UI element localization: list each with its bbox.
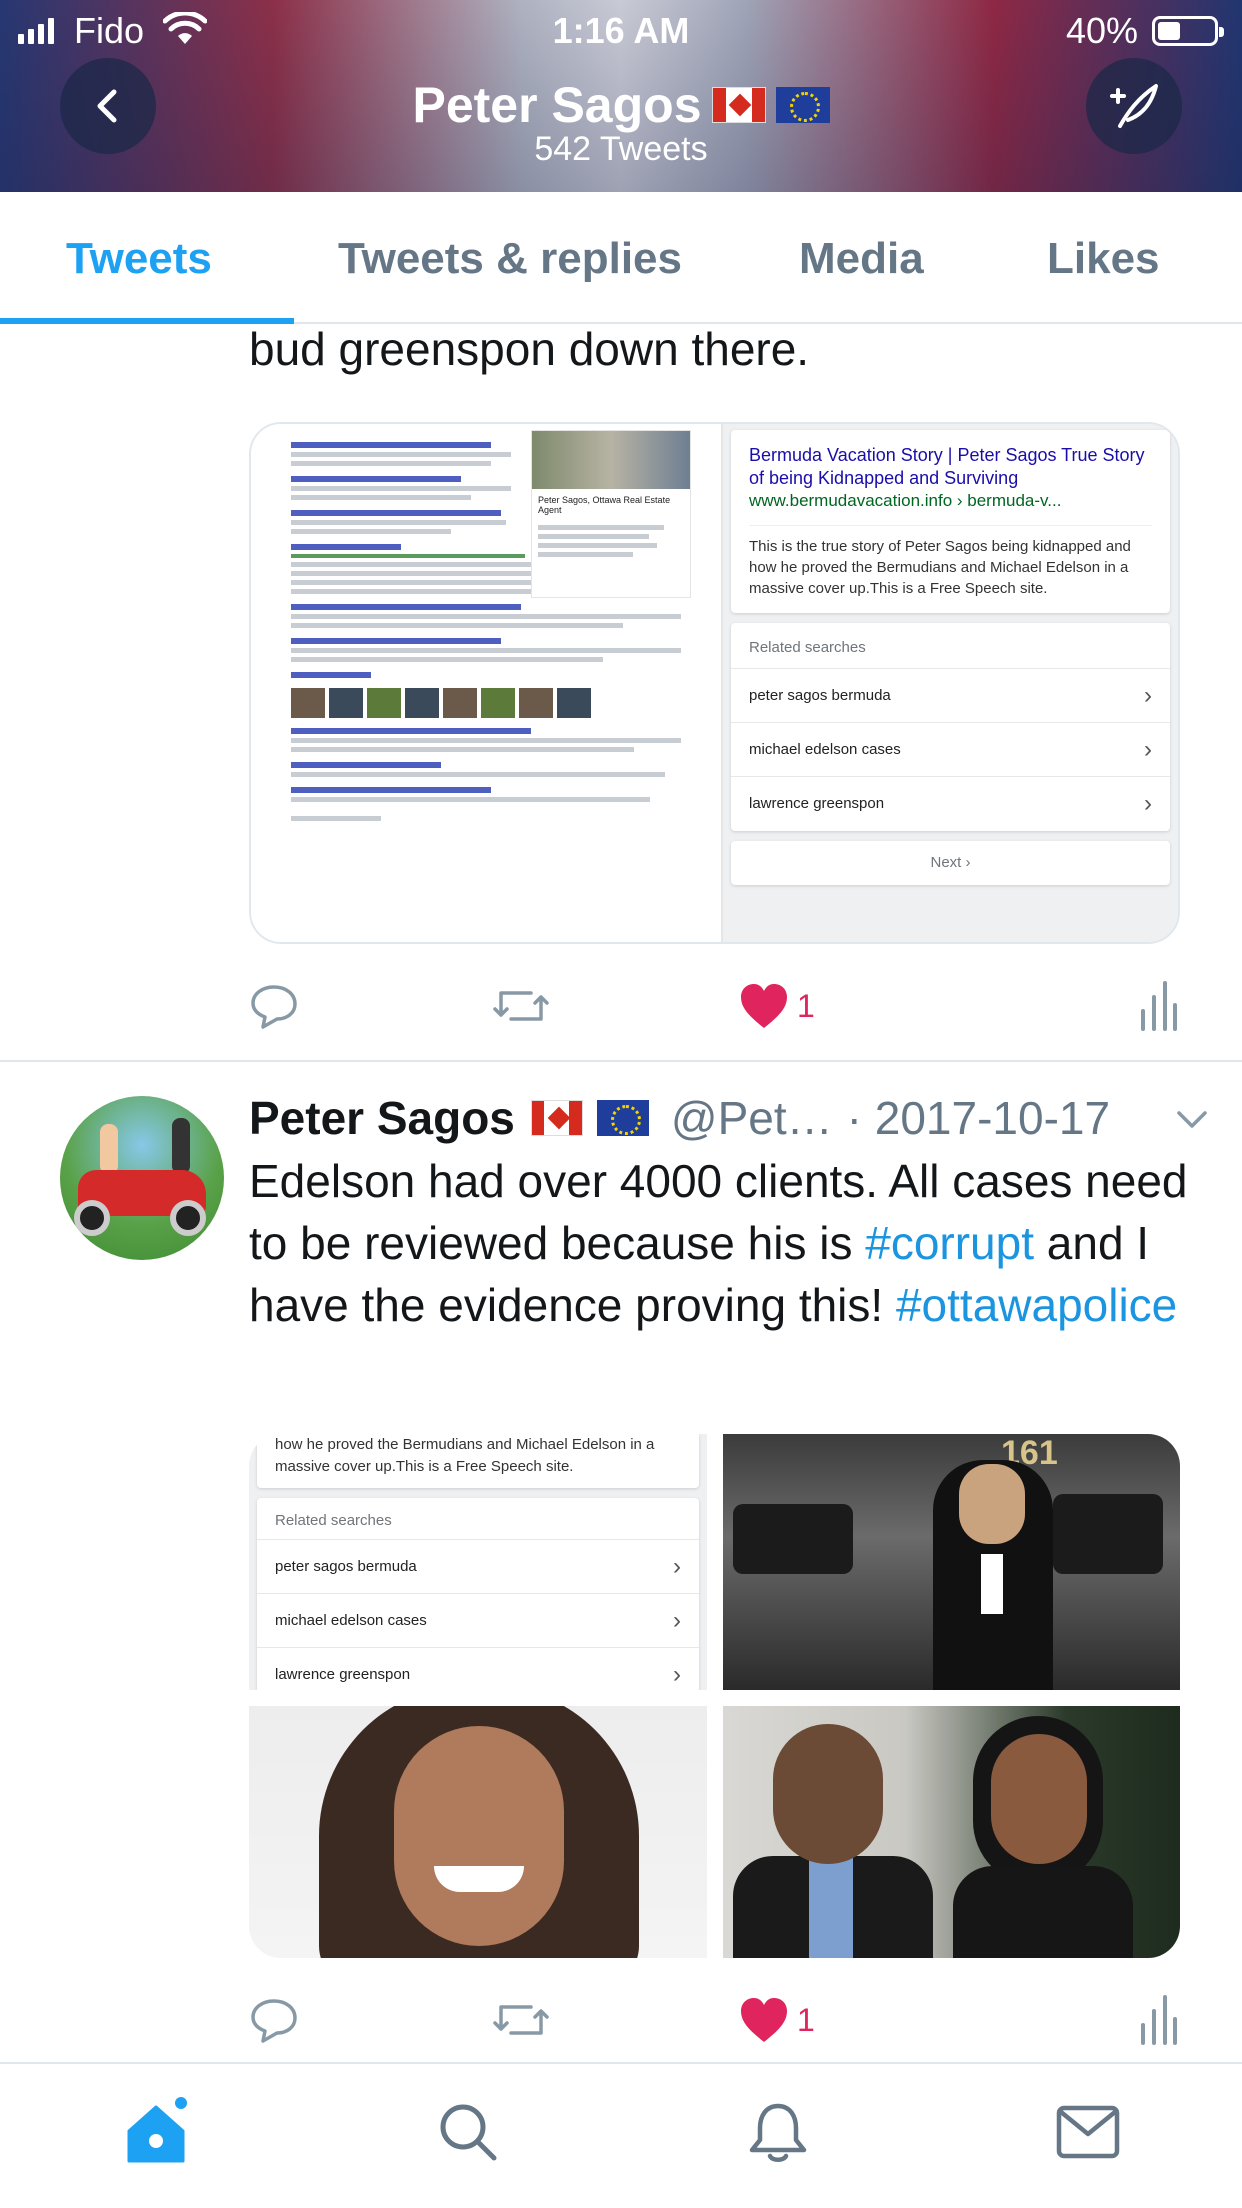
media-image-woman-portrait[interactable] [249, 1706, 707, 1958]
mobile-search-screenshot: Bermuda Vacation Story | Peter Sagos Tru… [723, 424, 1178, 942]
analytics-icon [1141, 981, 1177, 1031]
tweet-actions: 1 [249, 976, 1179, 1036]
related-searches: Related searches peter sagos bermuda mic… [257, 1498, 699, 1690]
related-search-item: michael edelson cases [257, 1594, 699, 1648]
profile-name-row: Peter Sagos [412, 76, 830, 134]
reply-icon [251, 985, 297, 1029]
like-button[interactable]: 1 [739, 1990, 815, 2050]
heart-icon [741, 1998, 787, 2042]
tweet-divider [0, 1060, 1242, 1062]
profile-header: Fido 1:16 AM 40% Peter Sagos 542 Tweets [0, 0, 1242, 192]
media-image-couple-portrait[interactable] [723, 1706, 1180, 1958]
like-count: 1 [797, 987, 815, 1024]
hashtag-link[interactable]: #ottawapolice [896, 1279, 1177, 1331]
nav-messages[interactable] [1048, 2092, 1128, 2172]
notifications-bell-icon [749, 2103, 807, 2162]
next-label: Next [930, 854, 962, 871]
eu-flag-icon [596, 1100, 649, 1136]
retweet-icon [493, 991, 549, 1021]
profile-title: Peter Sagos 542 Tweets [0, 76, 1242, 169]
tweet-text-continued: bud greenspon down there. [249, 323, 810, 375]
author-name[interactable]: Peter Sagos [249, 1091, 515, 1145]
heart-icon [741, 984, 787, 1028]
profile-name: Peter Sagos [412, 77, 702, 133]
media-image-search-screenshot[interactable]: how he proved the Bermudians and Michael… [249, 1434, 707, 1690]
bottom-tab-bar [0, 2062, 1242, 2208]
author-handle[interactable]: @Pet… [671, 1091, 833, 1145]
compose-tweet-button[interactable] [1086, 58, 1182, 154]
analytics-button[interactable] [1137, 976, 1177, 1036]
result-description: This is the true story of Peter Sagos be… [749, 525, 1152, 599]
reply-icon [251, 1999, 297, 2043]
like-count: 1 [797, 2001, 815, 2038]
tab-likes[interactable]: Likes [1047, 234, 1160, 284]
tweet-text: Edelson had over 4000 clients. All cases… [249, 1150, 1189, 1336]
related-search-item: michael edelson cases [731, 723, 1170, 777]
result-url: www.bermudavacation.info › bermuda-v... [749, 491, 1062, 510]
search-results-screenshot: Peter Sagos, Ottawa Real Estate Agent [251, 424, 723, 942]
reply-button[interactable] [249, 1990, 299, 2050]
chevron-down-icon[interactable] [1175, 1102, 1209, 1136]
result-description: how he proved the Bermudians and Michael… [275, 1436, 655, 1475]
tweet-header: Peter Sagos @Pet… · 2017-10-17 [249, 1088, 1209, 1148]
battery-percent: 40% [1066, 10, 1139, 51]
compose-quill-icon [1110, 84, 1158, 128]
analytics-icon [1141, 1995, 1177, 2045]
analytics-button[interactable] [1137, 1990, 1177, 2050]
nav-notifications[interactable] [738, 2092, 818, 2172]
related-search-item: peter sagos bermuda [257, 1540, 699, 1594]
search-result-fragment: how he proved the Bermudians and Michael… [257, 1434, 699, 1488]
tweet-media-grid: how he proved the Bermudians and Michael… [249, 1434, 1180, 1958]
tweet-date[interactable]: · 2017-10-17 [847, 1091, 1110, 1145]
result-title: Bermuda Vacation Story | Peter Sagos Tru… [749, 445, 1145, 488]
next-page: Next › [731, 841, 1170, 885]
tweet-image-card[interactable]: Peter Sagos, Ottawa Real Estate Agent Be… [249, 422, 1180, 944]
retweet-icon [493, 2005, 549, 2035]
avatar[interactable] [60, 1096, 224, 1260]
reply-button[interactable] [249, 976, 299, 1036]
tab-tweets[interactable]: Tweets [66, 234, 212, 284]
related-searches-heading: Related searches [731, 623, 1170, 669]
canada-flag-icon [711, 87, 766, 123]
hashtag-link[interactable]: #corrupt [865, 1217, 1034, 1269]
tab-tweets-and-replies[interactable]: Tweets & replies [338, 234, 682, 284]
retweet-button[interactable] [493, 1990, 549, 2050]
search-result: Bermuda Vacation Story | Peter Sagos Tru… [731, 430, 1170, 613]
battery-icon [1152, 16, 1224, 46]
related-search-item: lawrence greenspon [731, 777, 1170, 831]
nav-search[interactable] [428, 2092, 508, 2172]
knowledge-panel-title: Peter Sagos, Ottawa Real Estate Agent [538, 495, 671, 515]
related-search-item: lawrence greenspon [257, 1648, 699, 1690]
new-content-dot [172, 2094, 190, 2112]
related-searches-heading: Related searches [257, 1498, 699, 1540]
tab-media[interactable]: Media [799, 234, 924, 284]
eu-flag-icon [775, 87, 830, 123]
profile-tabs: Tweets Tweets & replies Media Likes [0, 192, 1242, 324]
related-search-item: peter sagos bermuda [731, 669, 1170, 723]
retweet-button[interactable] [493, 976, 549, 1036]
canada-flag-icon [530, 1100, 583, 1136]
media-image-lawyer-press[interactable]: 161 [723, 1434, 1180, 1690]
related-searches: Related searches peter sagos bermuda mic… [731, 623, 1170, 831]
messages-envelope-icon [1056, 2105, 1120, 2159]
clock: 1:16 AM [552, 10, 690, 51]
knowledge-panel: Peter Sagos, Ottawa Real Estate Agent [531, 430, 691, 598]
like-button[interactable]: 1 [739, 976, 815, 1036]
tweet-count: 542 Tweets [534, 130, 708, 168]
tweet-actions: 1 [249, 1990, 1179, 2050]
status-bar: Fido 1:16 AM 40% [0, 0, 1242, 62]
search-icon [440, 2104, 497, 2161]
nav-home[interactable] [116, 2092, 196, 2172]
